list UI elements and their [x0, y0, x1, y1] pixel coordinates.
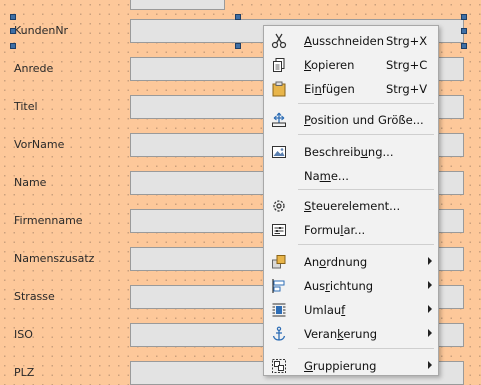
context-menu: Ausschneiden Strg+X Kopieren Strg+C Einf… [263, 25, 439, 376]
menu-item-position-und-groesse[interactable]: Position und Größe... [264, 108, 438, 132]
selection-handle[interactable] [10, 43, 16, 49]
selection-handle[interactable] [235, 43, 241, 49]
selection-handle[interactable] [461, 43, 467, 49]
menu-separator [298, 134, 434, 135]
group-icon [271, 358, 287, 374]
menu-separator [298, 348, 434, 349]
shortcut-label: Strg+C [386, 58, 428, 72]
selection-handle[interactable] [235, 14, 241, 20]
label-anrede: Anrede [14, 62, 54, 75]
align-icon [271, 278, 287, 294]
position-size-icon [271, 112, 287, 128]
submenu-arrow-icon [428, 305, 432, 313]
label-name: Name [14, 176, 47, 189]
menu-item-steuerelement[interactable]: Steuerelement... [264, 194, 438, 218]
label-plz: PLZ [14, 366, 35, 379]
menu-item-umlauf[interactable]: Umlauf [264, 298, 438, 322]
menu-item-beschreibung[interactable]: Beschreibung... [264, 140, 438, 164]
description-icon [271, 144, 287, 160]
arrange-icon [271, 254, 287, 270]
menu-item-gruppierung[interactable]: Gruppierung [264, 354, 438, 375]
submenu-arrow-icon [428, 281, 432, 289]
menu-separator [298, 244, 434, 245]
menu-item-einfuegen[interactable]: Einfügen Strg+V [264, 77, 438, 101]
selection-handle[interactable] [10, 14, 16, 20]
menu-separator [298, 103, 434, 104]
submenu-arrow-icon [428, 361, 432, 369]
control-properties-icon [271, 198, 287, 214]
menu-item-name[interactable]: Name... [264, 164, 438, 188]
anchor-icon [271, 326, 287, 342]
menu-item-ausschneiden[interactable]: Ausschneiden Strg+X [264, 29, 438, 53]
menu-item-formular[interactable]: Formular... [264, 218, 438, 242]
label-namenszusatz: Namenszusatz [14, 252, 95, 265]
label-strasse: Strasse [14, 290, 55, 303]
submenu-arrow-icon [428, 257, 432, 265]
form-field-top[interactable] [130, 0, 225, 10]
label-titel: Titel [14, 100, 38, 113]
menu-separator [298, 189, 434, 190]
label-vorname: VorName [14, 138, 65, 151]
shortcut-label: Strg+V [386, 82, 428, 96]
selection-handle[interactable] [461, 14, 467, 20]
form-properties-icon [271, 222, 287, 238]
paste-icon [271, 81, 287, 97]
label-kundennr[interactable]: KundenNr [14, 24, 68, 38]
label-firmenname: Firmenname [14, 214, 83, 227]
shortcut-label: Strg+X [386, 34, 428, 48]
menu-item-ausrichtung[interactable]: Ausrichtung [264, 274, 438, 298]
submenu-arrow-icon [428, 329, 432, 337]
menu-item-kopieren[interactable]: Kopieren Strg+C [264, 53, 438, 77]
menu-item-verankerung[interactable]: Verankerung [264, 322, 438, 346]
menu-item-anordnung[interactable]: Anordnung [264, 250, 438, 274]
wrap-icon [271, 302, 287, 318]
selection-handle[interactable] [461, 28, 467, 34]
label-iso: ISO [14, 328, 33, 341]
selection-handle[interactable] [10, 28, 16, 34]
scissors-icon [271, 33, 287, 49]
copy-icon [271, 57, 287, 73]
